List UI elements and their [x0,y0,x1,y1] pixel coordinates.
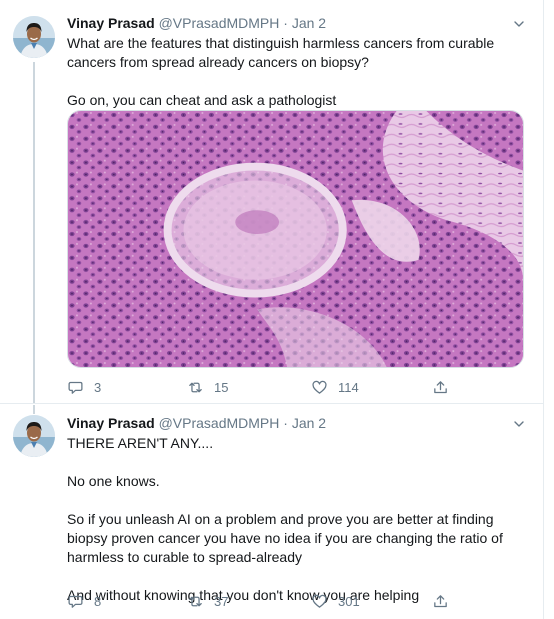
avatar[interactable] [13,16,55,58]
tweet-image[interactable] [67,110,524,368]
like-button[interactable]: 301 [311,591,360,611]
histology-image-icon [68,111,523,367]
share-upload-icon [434,380,447,393]
more-options-button[interactable] [513,417,525,429]
tweet[interactable]: Vinay Prasad @VPrasadMDMPH · Jan 2 THERE… [0,405,543,619]
tweet-actions: 8 37 301 [67,591,467,611]
tweet-paragraph: What are the features that distinguish h… [67,35,495,70]
retweet-button[interactable]: 15 [187,377,228,397]
more-options-button[interactable] [513,17,525,29]
avatar-photo-icon [13,415,55,457]
reply-button[interactable]: 3 [67,377,101,397]
tweet-paragraph: Go on, you can cheat and ask a pathologi… [67,92,337,108]
reply-button[interactable]: 8 [67,591,101,611]
like-button[interactable]: 114 [311,377,359,397]
tweet[interactable]: Vinay Prasad @VPrasadMDMPH · Jan 2 What … [0,0,543,404]
retweet-count: 15 [214,379,229,395]
speech-bubble-icon [68,381,83,394]
chevron-down-icon [514,21,524,27]
heart-icon [312,380,327,394]
like-count: 114 [338,379,359,395]
tweet-header: Vinay Prasad @VPrasadMDMPH · Jan 2 [67,14,523,32]
author-name[interactable]: Vinay Prasad [67,415,155,431]
author-name[interactable]: Vinay Prasad [67,15,155,31]
reply-count: 8 [94,593,102,609]
tweet-paragraph: No one knows. [67,473,160,489]
tweet-date[interactable]: Jan 2 [292,415,326,431]
heart-icon [312,594,327,608]
share-button[interactable] [432,377,449,397]
author-handle[interactable]: @VPrasadMDMPH [159,15,280,31]
timeline-border [543,0,544,619]
reply-count: 3 [94,379,102,395]
tweet-text: THERE AREN'T ANY.... No one knows. So if… [67,434,527,605]
tweet-actions: 3 15 114 [67,377,467,397]
retweet-count: 37 [214,593,229,609]
like-count: 301 [338,593,360,609]
share-button[interactable] [432,591,449,611]
tweet-paragraph: So if you unleash AI on a problem and pr… [67,511,503,565]
tweet-paragraph: THERE AREN'T ANY.... [67,435,214,451]
header-separator: · [283,15,288,31]
retweet-arrows-icon [189,596,202,606]
header-separator: · [283,415,288,431]
avatar[interactable] [13,415,55,457]
tweet-date[interactable]: Jan 2 [292,15,326,31]
share-upload-icon [434,594,447,607]
speech-bubble-icon [68,595,83,608]
author-handle[interactable]: @VPrasadMDMPH [159,415,280,431]
avatar-photo-icon [13,16,55,58]
thread-connector [33,62,35,403]
thread-connector [33,405,35,414]
tweet-header: Vinay Prasad @VPrasadMDMPH · Jan 2 [67,414,523,432]
retweet-button[interactable]: 37 [187,591,228,611]
tweet-text: What are the features that distinguish h… [67,34,527,110]
chevron-down-icon [514,421,524,427]
retweet-arrows-icon [189,382,202,392]
